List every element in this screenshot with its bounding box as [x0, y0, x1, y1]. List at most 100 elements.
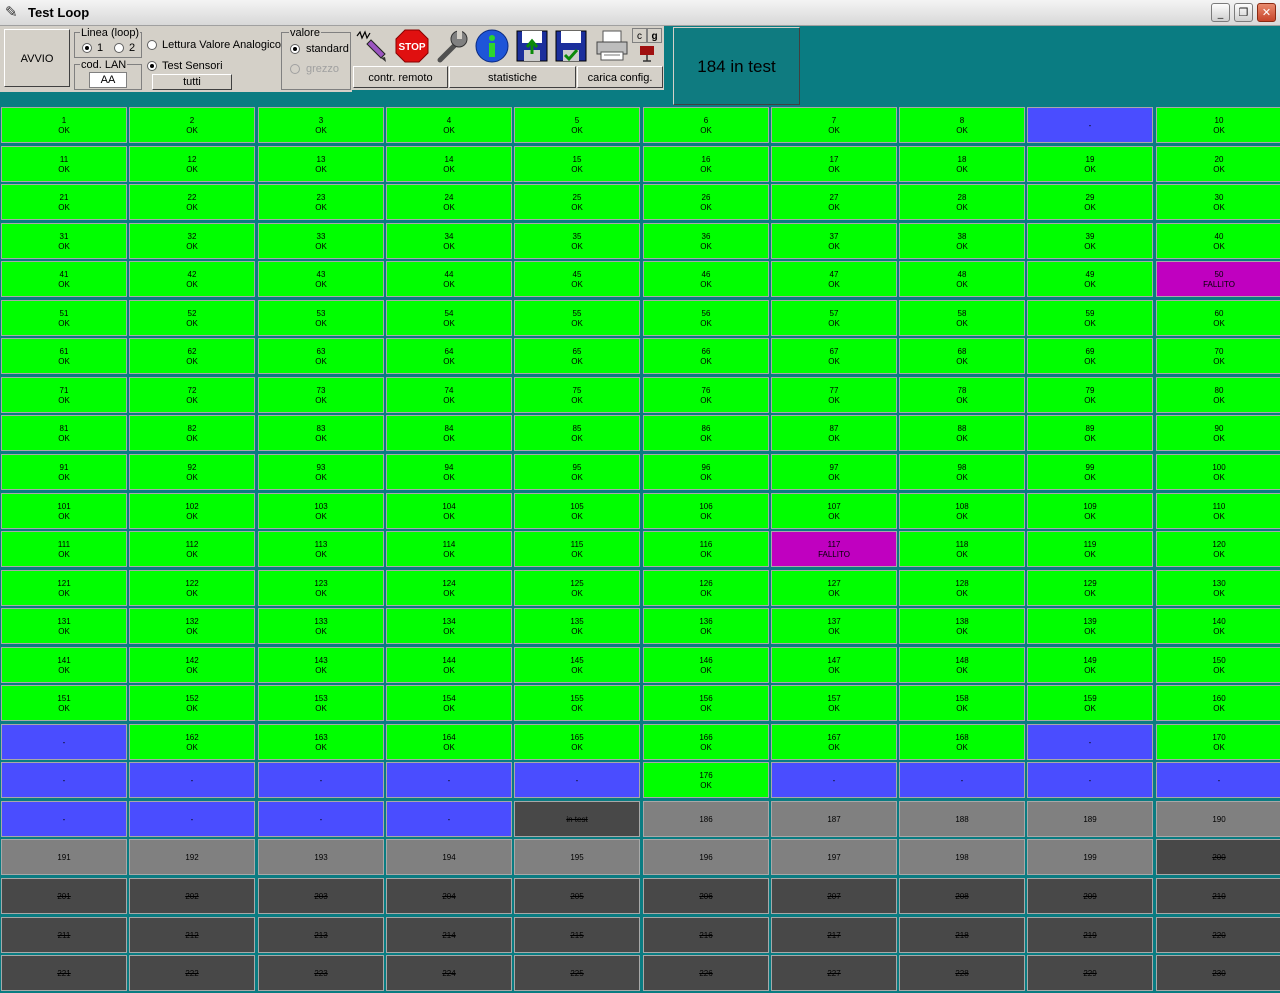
sensor-cell[interactable]: -	[1027, 724, 1153, 760]
sensor-cell[interactable]: 6 OK	[643, 107, 769, 143]
sensor-cell[interactable]: 52 OK	[129, 300, 255, 336]
avvio-button[interactable]: AVVIO	[4, 29, 70, 87]
sensor-cell[interactable]: 229	[1027, 955, 1153, 991]
sensor-cell[interactable]: 8 OK	[899, 107, 1025, 143]
sensor-cell[interactable]: 58 OK	[899, 300, 1025, 336]
sensor-cell[interactable]: 191	[1, 839, 127, 875]
grezzo-radio[interactable]	[290, 64, 300, 74]
sensor-cell[interactable]: 23 OK	[258, 184, 384, 220]
sensor-cell[interactable]: 97 OK	[771, 454, 897, 490]
sensor-cell[interactable]: 51 OK	[1, 300, 127, 336]
sensor-cell[interactable]: 90 OK	[1156, 415, 1280, 451]
sensor-cell[interactable]: 135 OK	[514, 608, 640, 644]
sensor-cell[interactable]: 220	[1156, 917, 1280, 953]
sensor-cell[interactable]: 24 OK	[386, 184, 512, 220]
sensor-cell[interactable]: 195	[514, 839, 640, 875]
sensor-cell[interactable]: 156 OK	[643, 685, 769, 721]
sensor-cell[interactable]: 107 OK	[771, 493, 897, 529]
sensor-cell[interactable]: 39 OK	[1027, 223, 1153, 259]
sensor-cell[interactable]: 54 OK	[386, 300, 512, 336]
sensor-cell[interactable]: 91 OK	[1, 454, 127, 490]
sensor-cell[interactable]: -	[1, 724, 127, 760]
sensor-cell[interactable]: 106 OK	[643, 493, 769, 529]
sensor-cell[interactable]: 11 OK	[1, 146, 127, 182]
sensor-cell[interactable]: 75 OK	[514, 377, 640, 413]
sensor-cell[interactable]: 33 OK	[258, 223, 384, 259]
sensor-cell[interactable]: 157 OK	[771, 685, 897, 721]
sensor-cell[interactable]: 71 OK	[1, 377, 127, 413]
sensor-cell[interactable]: 222	[129, 955, 255, 991]
sensor-cell[interactable]: -	[129, 801, 255, 837]
sensor-cell[interactable]: 218	[899, 917, 1025, 953]
sensor-cell[interactable]: 92 OK	[129, 454, 255, 490]
sensor-cell[interactable]: 139 OK	[1027, 608, 1153, 644]
sensor-cell[interactable]: 34 OK	[386, 223, 512, 259]
sensor-cell[interactable]: 47 OK	[771, 261, 897, 297]
cod-lan-field[interactable]: AA	[89, 72, 127, 88]
save-check-icon[interactable]	[553, 28, 589, 64]
sensor-cell[interactable]: 123 OK	[258, 570, 384, 606]
sensor-cell[interactable]: 146 OK	[643, 647, 769, 683]
sensor-cell[interactable]: 40 OK	[1156, 223, 1280, 259]
sensor-cell[interactable]: 64 OK	[386, 338, 512, 374]
sensor-cell[interactable]: 49 OK	[1027, 261, 1153, 297]
sensor-cell[interactable]: 74 OK	[386, 377, 512, 413]
sensor-cell[interactable]: 94 OK	[386, 454, 512, 490]
sensor-cell[interactable]: 197	[771, 839, 897, 875]
sensor-cell[interactable]: 117 FALLITO	[771, 531, 897, 567]
sensor-cell[interactable]: 141 OK	[1, 647, 127, 683]
sensor-cell[interactable]: 128 OK	[899, 570, 1025, 606]
sensor-cell[interactable]: 41 OK	[1, 261, 127, 297]
sensor-cell[interactable]: -	[258, 801, 384, 837]
sensor-cell[interactable]: 5 OK	[514, 107, 640, 143]
sensor-cell[interactable]: 48 OK	[899, 261, 1025, 297]
sensor-cell[interactable]: 149 OK	[1027, 647, 1153, 683]
sensor-cell[interactable]: 205	[514, 878, 640, 914]
sensor-cell[interactable]: 45 OK	[514, 261, 640, 297]
sensor-cell[interactable]: 61 OK	[1, 338, 127, 374]
sensor-cell[interactable]: 13 OK	[258, 146, 384, 182]
sensor-cell[interactable]: 209	[1027, 878, 1153, 914]
sensor-cell[interactable]: 50 FALLITO	[1156, 261, 1280, 297]
sensor-cell[interactable]: 7 OK	[771, 107, 897, 143]
sensor-cell[interactable]: 221	[1, 955, 127, 991]
sensor-cell[interactable]: -	[258, 762, 384, 798]
sensor-cell[interactable]: 153 OK	[258, 685, 384, 721]
sensor-cell[interactable]: -	[1027, 107, 1153, 143]
sensor-cell[interactable]: 165 OK	[514, 724, 640, 760]
sensor-cell[interactable]: -	[386, 762, 512, 798]
sensor-cell[interactable]: 119 OK	[1027, 531, 1153, 567]
sensor-cell[interactable]: 114 OK	[386, 531, 512, 567]
sensor-cell[interactable]: 59 OK	[1027, 300, 1153, 336]
sensor-cell[interactable]: 42 OK	[129, 261, 255, 297]
sensor-cell[interactable]: 158 OK	[899, 685, 1025, 721]
sensor-cell[interactable]: 103 OK	[258, 493, 384, 529]
sensor-cell[interactable]: -	[386, 801, 512, 837]
sensor-cell[interactable]: 31 OK	[1, 223, 127, 259]
sensor-cell[interactable]: 121 OK	[1, 570, 127, 606]
sensor-cell[interactable]: 27 OK	[771, 184, 897, 220]
contr-remoto-button[interactable]: contr. remoto	[353, 66, 448, 88]
sensor-cell[interactable]: 12 OK	[129, 146, 255, 182]
sensor-cell[interactable]: 125 OK	[514, 570, 640, 606]
sensor-cell[interactable]: 210	[1156, 878, 1280, 914]
sensor-cell[interactable]: 215	[514, 917, 640, 953]
sensor-cell[interactable]: 219	[1027, 917, 1153, 953]
sensor-cell[interactable]: 76 OK	[643, 377, 769, 413]
sensor-cell[interactable]: 16 OK	[643, 146, 769, 182]
sensor-cell[interactable]: in test	[514, 801, 640, 837]
sensor-cell[interactable]: 136 OK	[643, 608, 769, 644]
sensor-cell[interactable]: 2 OK	[129, 107, 255, 143]
sensor-cell[interactable]: 43 OK	[258, 261, 384, 297]
sensor-cell[interactable]: -	[129, 762, 255, 798]
sensor-cell[interactable]: 32 OK	[129, 223, 255, 259]
sensor-cell[interactable]: 79 OK	[1027, 377, 1153, 413]
sensor-cell[interactable]: 112 OK	[129, 531, 255, 567]
sensor-cell[interactable]: 63 OK	[258, 338, 384, 374]
sensor-cell[interactable]: 36 OK	[643, 223, 769, 259]
sensor-cell[interactable]: 67 OK	[771, 338, 897, 374]
sensor-cell[interactable]: 211	[1, 917, 127, 953]
sensor-cell[interactable]: 159 OK	[1027, 685, 1153, 721]
sensor-cell[interactable]: 132 OK	[129, 608, 255, 644]
sensor-cell[interactable]: 152 OK	[129, 685, 255, 721]
